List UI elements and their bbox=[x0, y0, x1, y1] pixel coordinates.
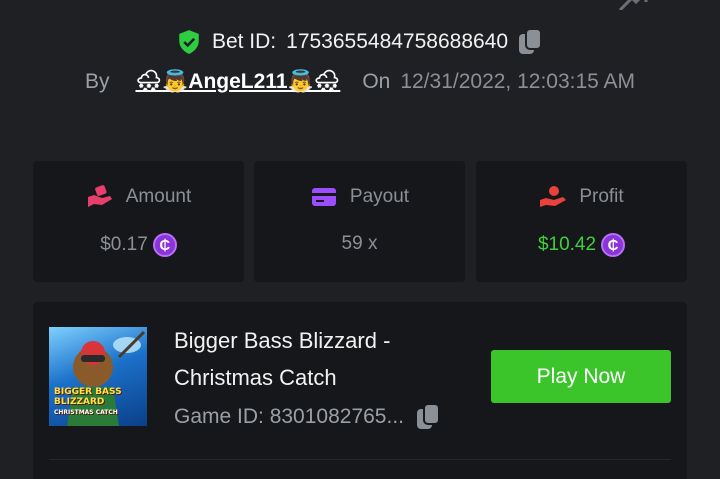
game-id-row: Game ID: 8301082765... bbox=[174, 403, 442, 431]
amount-value: $0.17 bbox=[100, 234, 148, 255]
amount-card: Amount $0.17 ₵ bbox=[33, 161, 244, 282]
profit-hand-icon bbox=[540, 186, 567, 207]
profit-card: Profit $10.42 ₵ bbox=[476, 161, 687, 282]
by-label: By bbox=[84, 70, 110, 93]
wallet-icon bbox=[311, 188, 336, 206]
bet-id-value: 1753655484758688640 bbox=[286, 30, 509, 53]
bet-author-row: By 🌨👼AngeL211👼🌨 On 12/31/2022, 12:03:15 … bbox=[0, 70, 720, 94]
copy-game-id-icon[interactable] bbox=[416, 403, 442, 431]
on-label: On bbox=[362, 70, 391, 93]
bet-datetime: 12/31/2022, 12:03:15 AM bbox=[400, 70, 636, 93]
payout-card: Payout 59 x bbox=[254, 161, 465, 282]
coin-icon: ₵ bbox=[152, 233, 177, 257]
bet-id-row: Bet ID: 1753655484758688640 bbox=[0, 28, 720, 56]
bet-id-label: Bet ID: bbox=[211, 30, 277, 53]
amount-label: Amount bbox=[125, 186, 192, 207]
thumbnail-title-line-1: BIGGER BASS bbox=[54, 387, 122, 397]
payout-value: 59 x bbox=[341, 233, 378, 254]
game-title[interactable]: Bigger Bass Blizzard - Christmas Catch bbox=[174, 322, 444, 396]
profit-value: $10.42 bbox=[537, 234, 597, 255]
game-panel: BIGGER BASS BLIZZARD CHRISTMAS CATCH Big… bbox=[33, 302, 687, 479]
username-link[interactable]: 🌨👼AngeL211👼🌨 bbox=[135, 70, 340, 94]
verified-shield-icon bbox=[179, 30, 199, 54]
hand-coins-icon bbox=[87, 185, 112, 207]
thumbnail-title-line-3: CHRISTMAS CATCH bbox=[54, 409, 118, 416]
divider bbox=[49, 459, 671, 460]
payout-label: Payout bbox=[349, 186, 410, 207]
thumbnail-title-line-2: BLIZZARD bbox=[54, 397, 105, 407]
share-icon[interactable] bbox=[618, 0, 648, 10]
game-id-text: Game ID: 8301082765... bbox=[174, 405, 404, 428]
play-now-button[interactable]: Play Now bbox=[491, 350, 671, 403]
game-thumbnail[interactable]: BIGGER BASS BLIZZARD CHRISTMAS CATCH bbox=[49, 327, 147, 426]
copy-bet-id-icon[interactable] bbox=[518, 28, 544, 56]
profit-label: Profit bbox=[579, 186, 624, 207]
coin-icon: ₵ bbox=[601, 233, 626, 257]
